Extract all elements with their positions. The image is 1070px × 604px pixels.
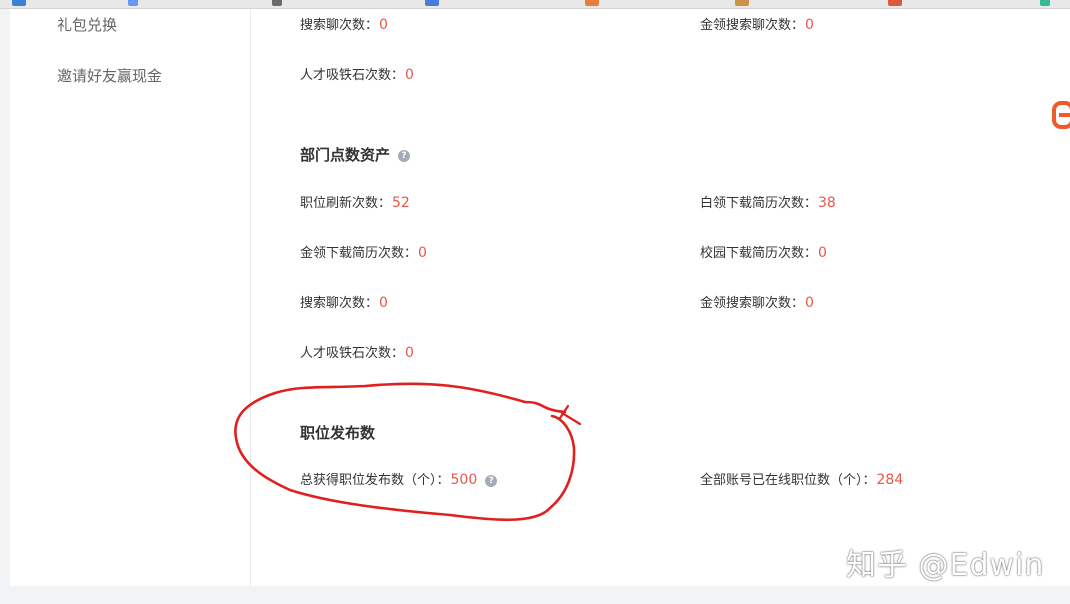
stat-talent-magnet: 人才吸铁石次数：0 bbox=[300, 342, 414, 361]
tab-favicon[interactable] bbox=[1040, 0, 1050, 6]
stat-label: 金领搜索聊次数： bbox=[700, 296, 805, 311]
stat-gold-search-chat: 金领搜索聊次数：0 bbox=[700, 292, 814, 311]
stat-talent-magnet-top: 人才吸铁石次数：0 bbox=[300, 64, 414, 83]
stat-value: 500 bbox=[450, 472, 478, 488]
tab-favicon[interactable] bbox=[425, 0, 439, 6]
section-title-text: 职位发布数 bbox=[300, 424, 376, 442]
stat-total-job-postings: 总获得职位发布数（个）：500? bbox=[300, 469, 498, 488]
stat-label: 金领搜索聊次数： bbox=[700, 18, 805, 33]
account-assets-card: 礼包兑换 邀请好友赢现金 搜索聊次数：0 金领搜索聊次数：0 人才吸铁石次数：0… bbox=[10, 9, 1070, 586]
question-icon[interactable]: ? bbox=[485, 474, 498, 487]
tab-favicon[interactable] bbox=[735, 0, 749, 6]
stat-search-chat-top: 搜索聊次数：0 bbox=[300, 14, 388, 33]
stat-label: 搜索聊次数： bbox=[300, 296, 379, 311]
stat-value: 0 bbox=[379, 295, 388, 311]
sidebar: 礼包兑换 邀请好友赢现金 bbox=[10, 9, 251, 586]
sidebar-item-gift-exchange[interactable]: 礼包兑换 bbox=[57, 14, 117, 35]
stat-value: 284 bbox=[876, 472, 904, 488]
stat-value: 0 bbox=[405, 67, 414, 83]
tab-favicon[interactable] bbox=[585, 0, 599, 6]
zhihu-watermark: 知乎 @Edwin bbox=[846, 548, 1045, 583]
stat-value: 0 bbox=[818, 245, 827, 261]
stat-value: 0 bbox=[805, 295, 814, 311]
stat-label: 校园下载简历次数： bbox=[700, 246, 818, 261]
stat-label: 全部账号已在线职位数（个）： bbox=[700, 473, 876, 488]
section-title-text: 部门点数资产 bbox=[300, 146, 391, 164]
tab-favicon[interactable] bbox=[128, 0, 138, 6]
stat-search-chat: 搜索聊次数：0 bbox=[300, 292, 388, 311]
main-content: 搜索聊次数：0 金领搜索聊次数：0 人才吸铁石次数：0 部门点数资产? 职位刷新… bbox=[251, 9, 1070, 586]
stat-campus-download: 校园下载简历次数：0 bbox=[700, 242, 827, 261]
stat-value: 38 bbox=[818, 195, 836, 211]
stat-white-collar-download: 白领下载简历次数：38 bbox=[700, 192, 836, 211]
section-title-dept-assets: 部门点数资产? bbox=[300, 144, 411, 165]
tab-favicon[interactable] bbox=[272, 0, 282, 6]
tab-favicon[interactable] bbox=[888, 0, 902, 6]
browser-tab-strip bbox=[0, 0, 1070, 9]
question-icon[interactable]: ? bbox=[398, 149, 411, 162]
sidebar-item-invite-friends[interactable]: 邀请好友赢现金 bbox=[57, 65, 162, 86]
stat-value: 0 bbox=[379, 17, 388, 33]
section-title-job-postings: 职位发布数 bbox=[300, 422, 375, 443]
stat-online-job-postings: 全部账号已在线职位数（个）：284 bbox=[700, 469, 903, 488]
stat-value: 0 bbox=[805, 17, 814, 33]
stat-label: 金领下载简历次数： bbox=[300, 246, 418, 261]
stat-label: 职位刷新次数： bbox=[300, 196, 392, 211]
floating-feedback-icon[interactable] bbox=[1052, 101, 1070, 129]
tab-favicon[interactable] bbox=[12, 0, 26, 6]
stat-label: 人才吸铁石次数： bbox=[300, 68, 405, 83]
stat-label: 搜索聊次数： bbox=[300, 18, 379, 33]
stat-label: 白领下载简历次数： bbox=[700, 196, 818, 211]
stat-job-refresh: 职位刷新次数：52 bbox=[300, 192, 410, 211]
stat-value: 0 bbox=[418, 245, 427, 261]
stat-value: 52 bbox=[392, 195, 410, 211]
stat-label: 总获得职位发布数（个）： bbox=[300, 473, 450, 488]
stat-value: 0 bbox=[405, 345, 414, 361]
stat-gold-search-chat-top: 金领搜索聊次数：0 bbox=[700, 14, 814, 33]
stat-gold-collar-download: 金领下载简历次数：0 bbox=[300, 242, 427, 261]
stat-label: 人才吸铁石次数： bbox=[300, 346, 405, 361]
